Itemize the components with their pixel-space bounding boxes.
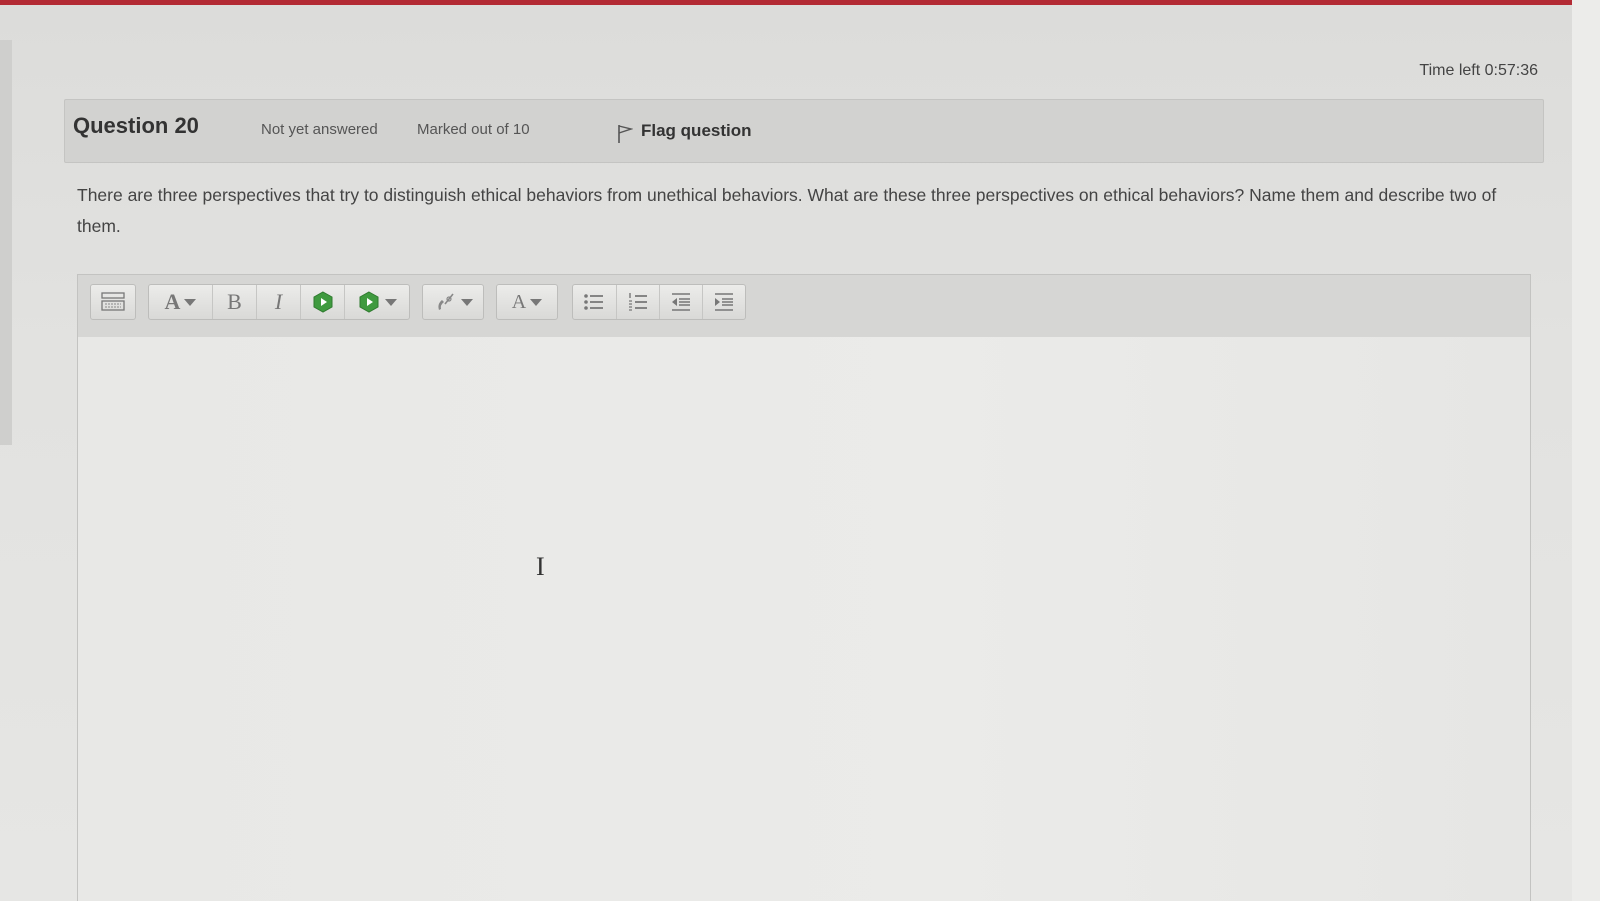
font-color-label: A <box>511 290 527 313</box>
toolbar-group-color: A <box>496 284 558 320</box>
left-sidebar-edge <box>0 40 12 445</box>
flag-question-button[interactable]: Flag question <box>617 118 752 144</box>
italic-label: I <box>274 289 283 314</box>
bold-button[interactable]: B <box>213 285 257 319</box>
font-color-dropdown[interactable]: A <box>497 285 557 319</box>
question-number: Question 20 <box>73 113 199 138</box>
question-text: There are three perspectives that try to… <box>77 185 1497 236</box>
chevron-down-icon <box>385 298 397 306</box>
text-cursor-icon: I <box>536 552 545 581</box>
toolbar-group-toggle <box>90 284 136 320</box>
question-marks: Marked out of 10 <box>417 121 530 138</box>
media-dropdown[interactable] <box>345 285 409 319</box>
link-dropdown[interactable] <box>423 285 483 319</box>
flag-question-label: Flag question <box>641 121 752 140</box>
header-accent-line <box>0 0 1572 5</box>
numbered-list-button[interactable] <box>617 285 660 319</box>
flag-icon <box>618 125 633 143</box>
italic-button[interactable]: I <box>257 285 301 319</box>
question-info-bar: Question 20 Not yet answered Marked out … <box>64 99 1544 163</box>
toolbar-toggle-icon <box>101 292 125 311</box>
outdent-button[interactable] <box>660 285 703 319</box>
editor-toolbar: A B I A <box>78 275 1530 338</box>
media-icon <box>359 291 379 313</box>
toolbar-group-lists <box>572 284 746 320</box>
outdent-icon <box>671 293 690 311</box>
answer-text-area[interactable] <box>78 337 1530 901</box>
toolbar-group-format: A B I <box>148 284 410 320</box>
media-icon <box>313 291 332 313</box>
chevron-down-icon <box>530 298 543 306</box>
toolbar-toggle-button[interactable] <box>91 285 135 319</box>
numbered-list-icon <box>628 293 647 311</box>
toolbar-group-links <box>422 284 484 320</box>
page-edge <box>1572 0 1600 901</box>
font-family-label: A <box>164 289 181 314</box>
quiz-page: Time left 0:57:36 Question 20 Not yet an… <box>0 0 1600 901</box>
time-left: Time left 0:57:36 <box>1419 62 1538 79</box>
insert-media-button[interactable] <box>301 285 345 319</box>
question-status: Not yet answered <box>261 121 378 138</box>
font-family-dropdown[interactable]: A <box>149 285 213 319</box>
bold-label: B <box>227 289 242 314</box>
chevron-down-icon <box>461 298 473 306</box>
bullet-list-button[interactable] <box>573 285 617 319</box>
chevron-down-icon <box>184 298 197 306</box>
answer-editor: A B I A <box>77 274 1531 901</box>
link-icon <box>438 293 454 310</box>
bullet-list-icon <box>584 294 604 310</box>
indent-button[interactable] <box>703 285 745 319</box>
indent-icon <box>714 293 733 311</box>
